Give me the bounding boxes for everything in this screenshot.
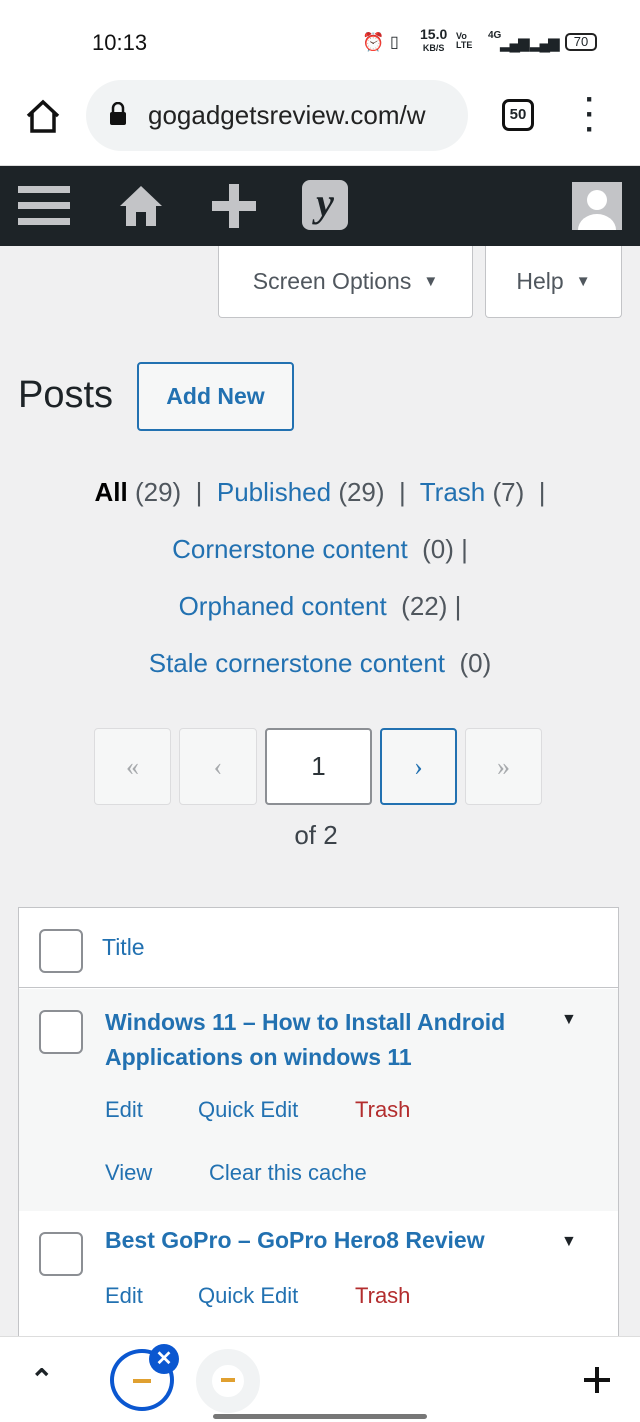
separator: |	[461, 534, 468, 564]
help-label: Help	[516, 268, 564, 294]
add-new-button[interactable]: Add New	[137, 362, 294, 431]
more-vert-icon[interactable]: · · ·	[580, 85, 600, 145]
wp-admin-bar: y	[0, 166, 640, 246]
separator: |	[195, 477, 203, 507]
table-row: Windows 11 – How to Install Android Appl…	[19, 989, 618, 1211]
help-button[interactable]: Help ▼	[485, 246, 622, 318]
post-title-link[interactable]: Windows 11 – How to Install Android Appl…	[105, 1005, 545, 1075]
filter-stale-cornerstone[interactable]: Stale cornerstone content	[149, 648, 445, 678]
page-of-label: of 2	[294, 820, 338, 850]
filter-line-3: Orphaned content (22) |	[0, 591, 640, 622]
edit-link[interactable]: Edit	[105, 1097, 143, 1123]
count: (29)	[338, 477, 385, 507]
count: (0)	[422, 534, 454, 564]
home-icon[interactable]	[118, 182, 164, 228]
count: (22)	[401, 591, 448, 621]
post-title-link[interactable]: Best GoPro – GoPro Hero8 Review	[105, 1227, 545, 1254]
alarm-icon: ⏰	[362, 32, 385, 52]
table-row: Best GoPro – GoPro Hero8 Review ▼ Edit Q…	[19, 1211, 618, 1347]
vibrate-icon: ▯	[390, 34, 399, 51]
filter-cornerstone[interactable]: Cornerstone content	[172, 534, 408, 564]
filter-orphaned[interactable]: Orphaned content	[179, 591, 387, 621]
filter-all[interactable]: All	[94, 477, 127, 507]
signal-icon: ▂▄▆	[500, 35, 530, 52]
volte-label: Vo LTE	[456, 31, 473, 50]
select-all-checkbox[interactable]	[39, 929, 83, 973]
filter-line-1: All (29) | Published (29) | Trash (7) |	[0, 477, 640, 508]
tab-thumbnail[interactable]	[196, 1349, 260, 1413]
expand-caret-icon[interactable]: ▼	[561, 1233, 577, 1251]
status-bar: 10:13 ⏰ ▯ 15.0 KB/S Vo LTE 4G ▂▄▆ ▂▄▆ 70	[0, 0, 640, 80]
chevron-up-icon[interactable]: ⌃	[30, 1363, 53, 1396]
expand-caret-icon[interactable]: ▼	[561, 1011, 577, 1029]
trash-link[interactable]: Trash	[355, 1283, 410, 1309]
screen-options-label: Screen Options	[252, 268, 412, 294]
separator: |	[538, 477, 546, 507]
quick-edit-link[interactable]: Quick Edit	[198, 1283, 298, 1309]
row-checkbox[interactable]	[39, 1010, 83, 1054]
clear-cache-link[interactable]: Clear this cache	[209, 1160, 367, 1186]
title-column-header[interactable]: Title	[102, 934, 145, 961]
new-tab-plus-icon[interactable]	[584, 1367, 610, 1393]
tab-count-button[interactable]: 50	[502, 99, 534, 131]
current-page-input[interactable]: 1	[265, 728, 372, 805]
screen-options-button[interactable]: Screen Options ▼	[218, 246, 473, 318]
clock: 10:13	[92, 30, 148, 55]
url-text: gogadgetsreview.com/w	[148, 100, 426, 130]
first-page-button: «	[94, 728, 171, 805]
menu-icon[interactable]	[18, 184, 70, 228]
edit-link[interactable]: Edit	[105, 1283, 143, 1309]
filter-line-4: Stale cornerstone content (0)	[0, 648, 640, 679]
prev-page-button: ‹	[179, 728, 257, 805]
view-link[interactable]: View	[105, 1160, 152, 1186]
last-page-button: »	[465, 728, 542, 805]
browser-toolbar: gogadgetsreview.com/w 50 · · ·	[0, 80, 640, 166]
separator: |	[454, 591, 462, 621]
url-field[interactable]: gogadgetsreview.com/w	[86, 80, 468, 151]
home-icon[interactable]	[24, 98, 62, 134]
filter-published[interactable]: Published	[217, 477, 331, 507]
browser-tab-strip: ⌃ ✕	[0, 1336, 640, 1422]
net-speed: 15.0 KB/S	[420, 26, 448, 53]
posts-table: Title Windows 11 – How to Install Androi…	[18, 907, 619, 1347]
yoast-icon[interactable]: y	[302, 180, 348, 230]
filter-line-2: Cornerstone content (0) |	[0, 534, 640, 565]
quick-edit-link[interactable]: Quick Edit	[198, 1097, 298, 1123]
close-tab-icon[interactable]: ✕	[149, 1344, 179, 1374]
row-checkbox[interactable]	[39, 1232, 83, 1276]
signal-icon-2: ▂▄▆	[530, 35, 560, 52]
separator: |	[399, 477, 406, 507]
lock-icon	[108, 101, 128, 125]
caret-down-icon: ▼	[575, 273, 591, 290]
table-header: Title	[19, 908, 618, 988]
caret-down-icon: ▼	[423, 273, 439, 290]
filter-trash[interactable]: Trash	[420, 477, 486, 507]
count: (0)	[459, 648, 492, 678]
page-title: Posts	[18, 374, 114, 416]
count: (7)	[492, 477, 525, 507]
gesture-bar[interactable]	[213, 1414, 427, 1419]
trash-link[interactable]: Trash	[355, 1097, 410, 1123]
plus-icon[interactable]	[210, 184, 258, 228]
battery-icon: 70	[565, 33, 597, 51]
count: (29)	[134, 477, 182, 507]
avatar-icon[interactable]	[572, 182, 622, 230]
next-page-button[interactable]: ›	[380, 728, 457, 805]
